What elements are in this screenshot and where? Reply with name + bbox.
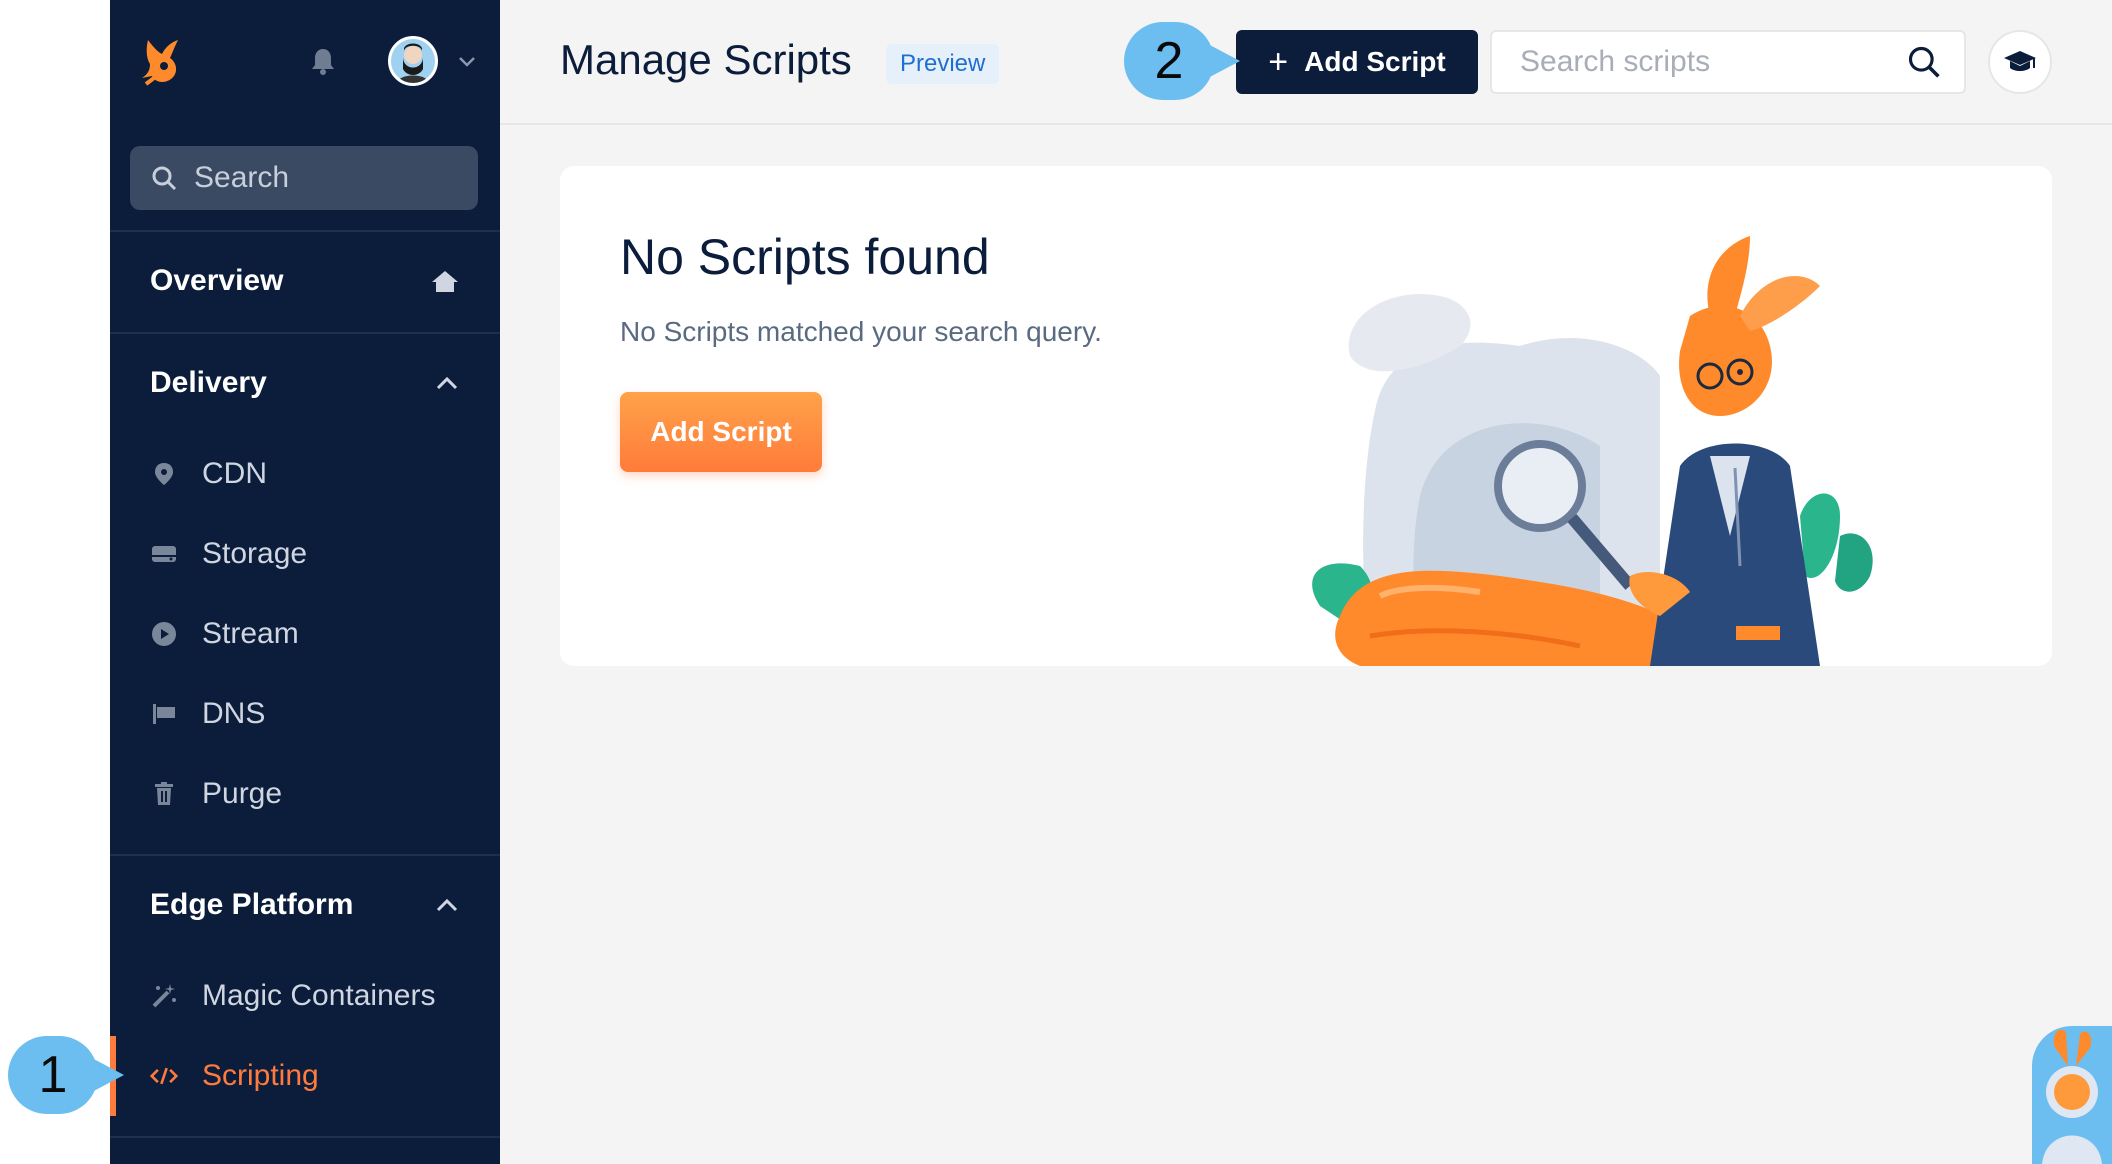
bunny-logo-icon[interactable] [134,34,188,88]
empty-state-card: No Scripts found No Scripts matched your… [560,166,2052,666]
nav-label: CDN [202,457,267,490]
sidebar-item-stream[interactable]: Stream [150,609,480,659]
section-label: Delivery [150,366,267,399]
nav-label: Magic Containers [202,979,436,1012]
chevron-up-icon [436,898,458,912]
search-icon[interactable] [1906,42,1942,82]
bunny-detective-illustration [1312,236,1873,666]
sidebar-header [110,0,500,122]
learn-button[interactable] [1988,30,2052,94]
chevron-up-icon [436,376,458,390]
bunny-mascot-icon [2042,1029,2102,1164]
divider [110,854,500,856]
nav-label: Purge [202,777,283,810]
section-label: Overview [150,264,284,297]
code-icon [150,1062,178,1090]
annotation-marker-1: 1 [8,1036,124,1114]
section-delivery[interactable]: Delivery [150,358,460,408]
nav-label: Scripting [202,1059,319,1092]
map-pin-icon [150,460,178,488]
annotation-marker-2: 2 [1124,22,1240,100]
page-header: Manage Scripts Preview + Add Script [500,0,2112,125]
trash-icon [150,780,178,808]
section-edge-platform[interactable]: Edge Platform [150,880,460,930]
play-icon [150,620,178,648]
bell-icon[interactable] [308,46,338,76]
plus-icon: + [1268,42,1289,81]
divider [110,230,500,232]
preview-badge: Preview [886,44,1000,84]
add-script-button[interactable]: + Add Script [1236,30,1478,94]
sidebar-search-label: Search [194,161,290,194]
nav-label: DNS [202,697,266,730]
sidebar-item-scripting[interactable]: Scripting [150,1051,480,1101]
left-gutter [0,0,110,1164]
user-avatar[interactable] [388,36,438,86]
search-input[interactable] [1492,45,1906,79]
sidebar-item-purge[interactable]: Purge [150,769,480,819]
avatar-portrait-icon [397,43,429,83]
nav-label: Storage [202,537,308,570]
sidebar-item-cdn[interactable]: CDN [150,449,480,499]
storage-icon [150,540,178,568]
search-icon [152,166,177,191]
sidebar-item-dns[interactable]: DNS [150,689,480,739]
home-icon [432,271,458,292]
graduation-cap-icon [2004,51,2036,71]
magic-wand-icon [150,982,178,1010]
page-title: Manage Scripts [560,36,852,83]
empty-state-title: No Scripts found [620,229,990,285]
divider [110,1136,500,1138]
chevron-down-icon[interactable] [456,50,478,72]
empty-state-message: No Scripts matched your search query. [620,316,1102,347]
flag-icon [150,700,178,728]
divider [110,332,500,334]
sidebar-item-storage[interactable]: Storage [150,529,480,579]
sidebar-search[interactable]: Search [130,146,478,210]
empty-state-add-script-button[interactable]: Add Script [620,392,822,472]
sidebar: Search Overview Delivery CDN Storage Str… [110,0,500,1164]
support-chat-launcher[interactable] [2032,1026,2112,1164]
section-label: Edge Platform [150,888,354,921]
search-scripts-field[interactable] [1490,30,1966,94]
nav-label: Stream [202,617,299,650]
add-script-label: Add Script [1304,46,1446,77]
sidebar-item-overview[interactable]: Overview [150,256,460,306]
sidebar-item-magic-containers[interactable]: Magic Containers [150,971,480,1021]
